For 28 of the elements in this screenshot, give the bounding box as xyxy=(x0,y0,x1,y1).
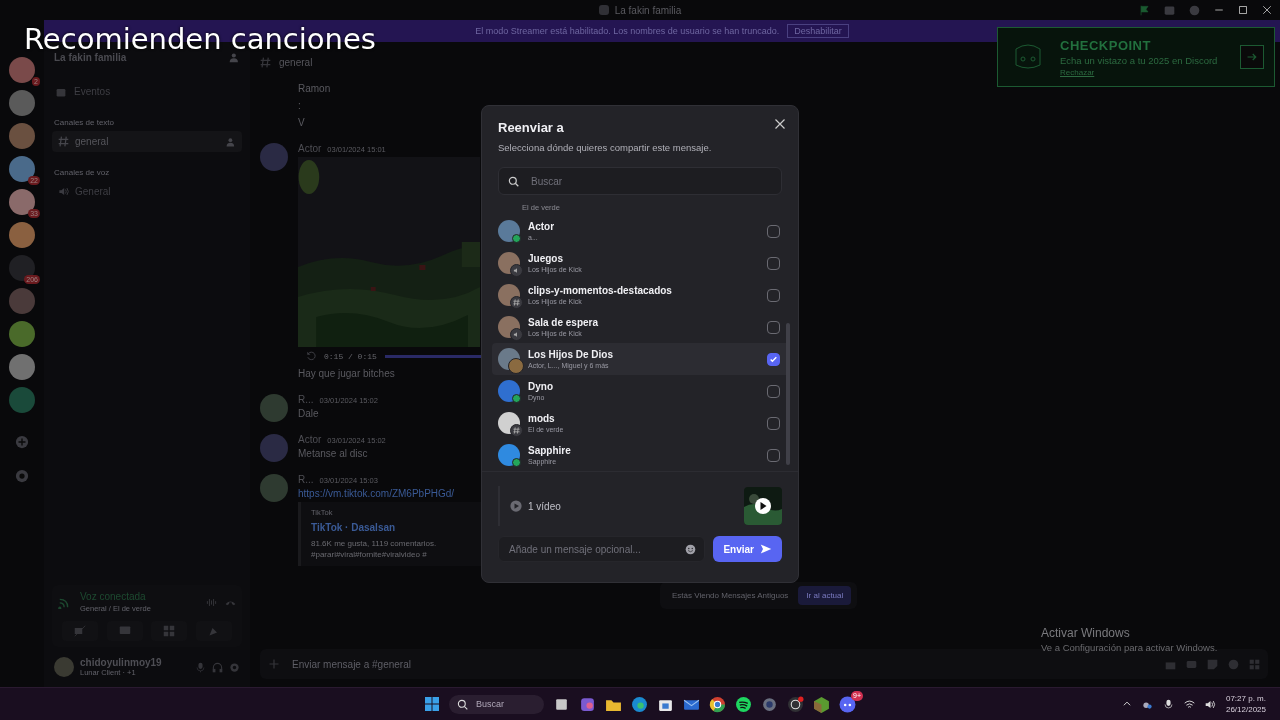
destination-name: Sapphire xyxy=(528,445,572,456)
voice-status: Voz conectada xyxy=(80,591,147,602)
message-text: : xyxy=(298,100,301,111)
checkpoint-text: Echa un vistazo a tu 2025 en Discord xyxy=(1060,54,1219,66)
video-time: 0:15 / 0:15 xyxy=(324,351,377,361)
destination-name: Los Hijos De Dios xyxy=(528,349,614,360)
username: chidoyulinmoy19 xyxy=(80,657,163,668)
old-messages-text: Estás Viendo Mensajes Antiguos xyxy=(672,591,789,600)
message-text: Dale xyxy=(298,408,320,419)
message-text: Hay que jugar bitches xyxy=(298,368,395,379)
message-text: Metanse al disc xyxy=(298,448,369,459)
message-text: Ramon xyxy=(298,83,331,94)
embed-description: 81.6K me gusta, 1119 comentarios. #parari#viral#fornite#viralvideo # xyxy=(311,538,438,561)
destination-name: Juegos xyxy=(528,253,564,264)
banner-text: El modo Streamer está habilitado. Los nombres de usuario se han truncado. xyxy=(475,26,780,36)
destination-name: mods xyxy=(528,413,556,424)
activation-title: Activar Windows xyxy=(1041,626,1131,640)
dialog-title: Reenviar a xyxy=(498,120,564,135)
destination-name: Sala de espera xyxy=(528,317,600,328)
window-title: La fakin familia xyxy=(614,4,682,16)
destination-name: Dyno xyxy=(528,381,554,392)
attachment-label: 1 vídeo xyxy=(528,500,562,512)
checkpoint-title: CHECKPOINT xyxy=(1060,37,1152,53)
dialog-subtitle: Selecciona dónde quieres compartir este mensaje. xyxy=(498,142,713,153)
channel-title: general xyxy=(279,56,313,68)
destination-name: clips-y-momentos-destacados xyxy=(528,285,673,296)
destination-name: Actor xyxy=(528,221,556,232)
message-text: V xyxy=(298,117,305,128)
